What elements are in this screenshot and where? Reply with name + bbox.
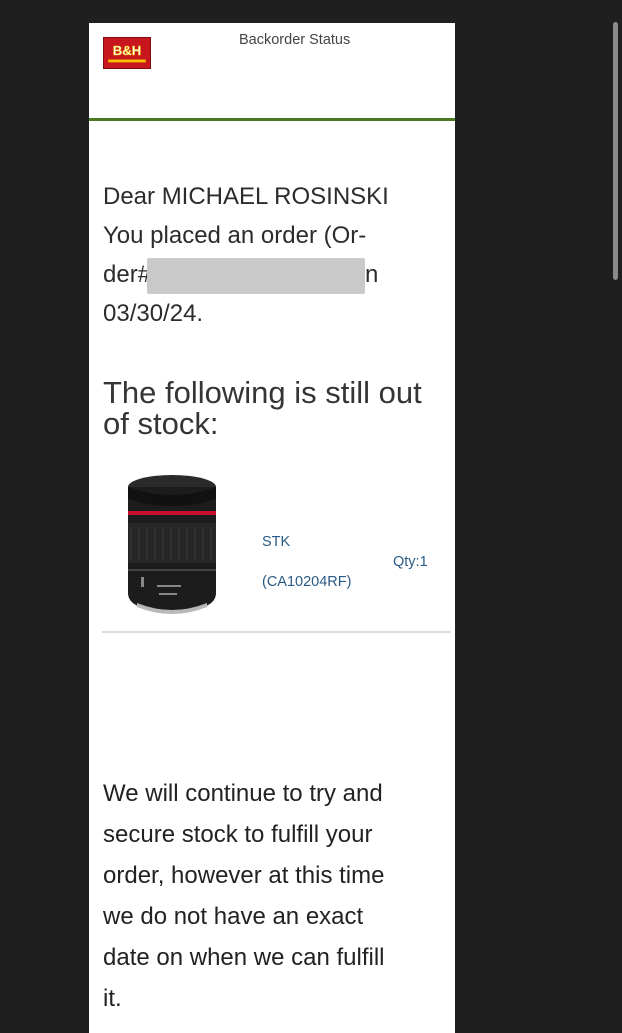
lens-image[interactable]	[117, 473, 227, 619]
order-date: 03/30/24.	[103, 300, 204, 327]
greeting-line: Dear MICHAEL ROSINSKI	[103, 183, 389, 210]
order-intro-line: You placed an order (Or-	[103, 222, 367, 249]
redacted-order-number	[147, 257, 366, 294]
out-of-stock-heading: The following is still out of stock:	[103, 375, 422, 441]
order-number-line: der# n	[103, 255, 441, 294]
scrollbar-thumb[interactable]	[613, 22, 618, 280]
bh-logo[interactable]: B&H	[103, 37, 151, 69]
email-container: B&H Backorder Status Dear MICHAEL ROSINS…	[89, 23, 455, 1033]
svg-text:B&H: B&H	[113, 43, 141, 58]
message-line: date on when we can fulfill	[103, 944, 385, 971]
email-header: B&H Backorder Status	[89, 23, 455, 118]
product-model-number[interactable]: (CA10204RF)	[262, 574, 351, 590]
message-body: We will continue to try and secure stock…	[89, 633, 455, 1019]
order-prefix: der#	[103, 261, 152, 288]
product-row: STK (CA10204RF) Qty:1	[89, 439, 455, 629]
order-suffix: n	[365, 261, 379, 288]
message-line: it.	[103, 985, 122, 1012]
product-quantity: Qty:1	[393, 554, 428, 570]
greeting-block: Dear MICHAEL ROSINSKI You placed an orde…	[89, 121, 455, 333]
header-title: Backorder Status	[239, 32, 351, 48]
message-line: order, however at this time	[103, 862, 385, 889]
message-line: we do not have an exact	[103, 903, 364, 930]
product-sku[interactable]: STK	[262, 534, 290, 550]
message-line: We will continue to try and	[103, 780, 383, 807]
message-line: secure stock to fulfill your	[103, 821, 373, 848]
